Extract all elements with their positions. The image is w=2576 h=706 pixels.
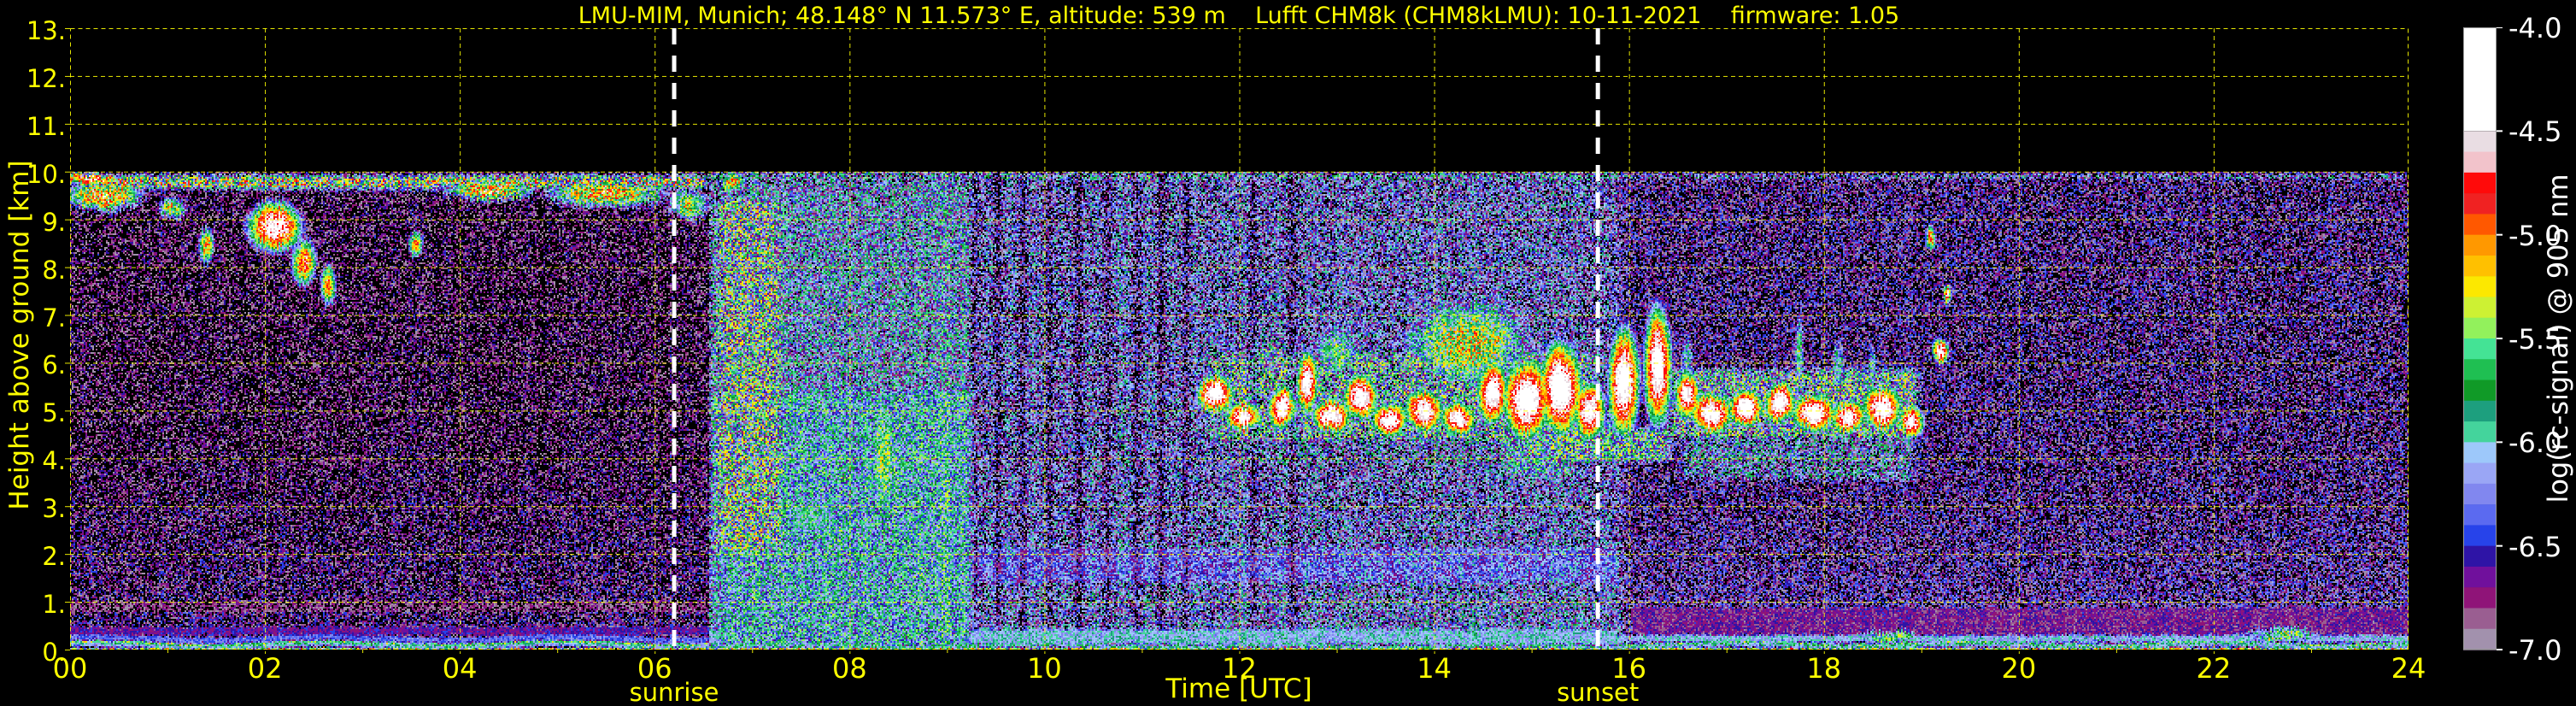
page-title: LMU-MIM, Munich; 48.148° N 11.573° E, al…: [578, 3, 1900, 29]
x-tick-label: 18: [1806, 652, 1842, 685]
x-tick-label: 22: [2196, 652, 2232, 685]
y-tick-label: 8.: [42, 255, 66, 285]
y-tick-label: 9.: [42, 207, 66, 237]
y-tick-label: 6.: [42, 350, 66, 380]
y-tick-label: 4.: [42, 446, 66, 476]
colorbar-tick-label: -4.5: [2509, 115, 2562, 149]
ceilometer-quicklook-figure: LMU-MIM, Munich; 48.148° N 11.573° E, al…: [0, 0, 2576, 706]
x-tick-label: 04: [442, 652, 478, 685]
y-tick-label: 3.: [42, 494, 66, 524]
colorbar-tick-label: -6.5: [2509, 530, 2562, 563]
x-tick-label: 20: [2001, 652, 2037, 685]
x-tick-label: 08: [831, 652, 867, 685]
x-axis-label: Time [UTC]: [1165, 674, 1312, 704]
colorbar-tick-label: -4.0: [2509, 12, 2562, 44]
y-tick-label: 12.: [26, 63, 66, 93]
heatmap-canvas: [70, 28, 2409, 650]
colorbar-label: log(rc-signal) @ 905 nm: [2542, 174, 2574, 503]
sunset-label: sunset: [1557, 678, 1640, 706]
y-tick-label: 2.: [42, 542, 66, 572]
colorbar-tick-label: -7.0: [2509, 634, 2562, 667]
x-tick-label: 14: [1417, 652, 1452, 685]
y-tick-label: 10.: [26, 159, 66, 189]
y-tick-label: 5.: [42, 398, 66, 428]
colorbar: [2463, 27, 2503, 650]
x-tick-label: 00: [52, 652, 88, 685]
y-tick-label: 13.: [26, 16, 66, 45]
y-tick-label: 11.: [26, 111, 66, 141]
x-tick-label: 02: [247, 652, 283, 685]
x-tick-label: 24: [2391, 652, 2426, 685]
x-tick-label: 10: [1027, 652, 1062, 685]
y-tick-label: 7.: [42, 303, 66, 332]
sunrise-label: sunrise: [629, 678, 719, 706]
y-tick-label: 1.: [42, 590, 66, 620]
